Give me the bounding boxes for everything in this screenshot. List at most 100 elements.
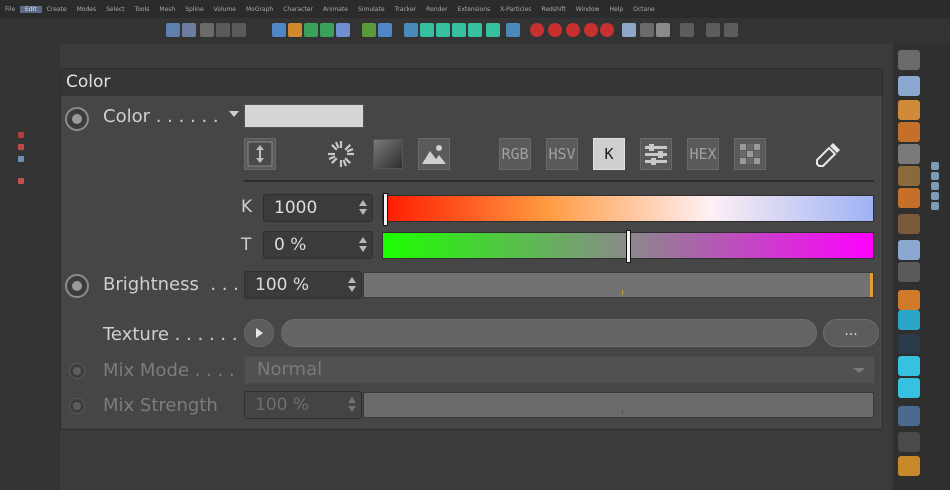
brightness-spinner-icon[interactable] [348,276,356,294]
spiral-icon[interactable] [898,290,920,310]
sweep-icon[interactable] [898,214,920,234]
menu-item[interactable]: Volume [209,6,241,13]
fluid-2-icon[interactable] [898,378,920,398]
menu-item[interactable]: Simulate [353,6,390,13]
render-icon[interactable] [200,23,214,37]
gradient-square-icon[interactable] [372,138,404,170]
figure-icon[interactable] [898,456,920,476]
menu-item[interactable]: Octane [628,6,660,13]
brightness-slider[interactable] [363,272,874,298]
layout-2-icon[interactable] [706,23,720,37]
xp-group-icon[interactable] [468,23,482,37]
k-value-field[interactable]: 1000 [263,194,373,222]
menu-item[interactable]: Extensions [453,6,496,13]
rgb-mode-button[interactable]: RGB [499,138,531,170]
mix-mode-animate-radio[interactable] [69,363,85,379]
mini-icon[interactable] [931,192,939,200]
mixer-icon[interactable] [640,138,672,170]
spectrum-icon[interactable] [244,138,276,170]
octane-live-icon[interactable] [622,23,636,37]
menu-item[interactable]: File [0,6,20,13]
scale-tool-icon[interactable] [182,23,196,37]
cube-icon[interactable] [272,23,286,37]
redshift-light-icon[interactable] [566,23,580,37]
menu-item[interactable]: Redshift [536,6,570,13]
cube-select-icon[interactable] [898,76,920,96]
cube-primitive-icon[interactable] [898,50,920,70]
xp-question-icon[interactable] [452,23,466,37]
texture-play-button[interactable] [244,319,274,347]
tag-icon[interactable] [362,23,376,37]
menu-item[interactable]: Tracker [390,6,422,13]
t-value-field[interactable]: 0 % [263,231,373,259]
texture-slot[interactable] [281,319,817,347]
kelvin-slider-handle[interactable] [383,193,388,226]
knot-icon[interactable] [898,122,920,142]
mix-strength-spinner-icon[interactable] [348,396,356,414]
brightness-field[interactable]: 100 % [244,271,362,299]
menu-item[interactable]: Character [278,6,318,13]
menu-item[interactable]: MoGraph [241,6,278,13]
xp-emitter-icon[interactable] [404,23,418,37]
subdivision-icon[interactable] [304,23,318,37]
image-icon[interactable] [418,138,450,170]
menu-item[interactable]: Spline [180,6,208,13]
mini-icon[interactable] [931,172,939,180]
dark-cube-icon[interactable] [898,262,920,282]
xp-modifier-icon[interactable] [436,23,450,37]
eyedropper-icon[interactable] [813,138,845,170]
texture-tag-icon[interactable] [898,144,920,164]
shader-icon[interactable] [898,100,920,120]
color-menu-arrow-icon[interactable] [229,111,239,117]
render-settings-icon[interactable] [232,23,246,37]
menu-item[interactable]: Render [421,6,452,13]
mix-mode-dropdown[interactable]: Normal [244,356,875,384]
texture-more-button[interactable]: ... [823,319,879,347]
octane-material-icon[interactable] [656,23,670,37]
bend-icon[interactable] [898,188,920,208]
menu-item[interactable]: Animate [318,6,353,13]
mix-strength-field[interactable]: 100 % [244,391,362,419]
cloner-icon[interactable] [320,23,334,37]
pen-icon[interactable] [288,23,302,37]
xp-cache-icon[interactable] [486,23,500,37]
menu-item[interactable]: Select [101,6,130,13]
menu-item[interactable]: Modes [72,6,101,13]
camera-icon[interactable] [898,406,920,426]
menu-item[interactable]: Help [604,6,628,13]
color-animate-radio[interactable] [65,107,89,131]
redshift-proxy-icon[interactable] [600,23,614,37]
particle-icon[interactable] [898,310,920,330]
emitter-icon[interactable] [898,334,920,354]
t-spinner-icon[interactable] [359,236,367,254]
redshift-material-icon[interactable] [584,23,598,37]
menu-item[interactable]: Edit [20,5,42,13]
mini-icon[interactable] [931,182,939,190]
redshift-render-icon[interactable] [530,23,544,37]
color-wheel-icon[interactable] [325,138,357,170]
mix-strength-slider[interactable] [363,392,874,418]
k-spinner-icon[interactable] [359,199,367,217]
xp-domain-icon[interactable] [506,23,520,37]
mini-icon[interactable] [931,162,939,170]
kelvin-mode-button[interactable]: K [593,138,625,170]
mini-icon[interactable] [931,202,939,210]
menu-item[interactable]: Window [571,6,605,13]
octane-settings-icon[interactable] [640,23,654,37]
render-view-icon[interactable] [216,23,230,37]
floor-icon[interactable] [378,23,392,37]
move-tool-icon[interactable] [166,23,180,37]
layout-3-icon[interactable] [724,23,738,37]
kelvin-gradient-slider[interactable] [382,193,874,226]
brightness-animate-radio[interactable] [65,274,89,298]
menu-item[interactable]: Tools [130,6,155,13]
menu-item[interactable]: X-Particles [495,6,536,13]
hex-mode-button[interactable]: HEX [687,138,719,170]
light-cube-icon[interactable] [898,240,920,260]
hsv-mode-button[interactable]: HSV [546,138,578,170]
xp-add-icon[interactable] [420,23,434,37]
fluid-icon[interactable] [898,356,920,376]
deformer-icon[interactable] [336,23,350,37]
layout-icon[interactable] [680,23,694,37]
light-icon[interactable] [898,432,920,452]
